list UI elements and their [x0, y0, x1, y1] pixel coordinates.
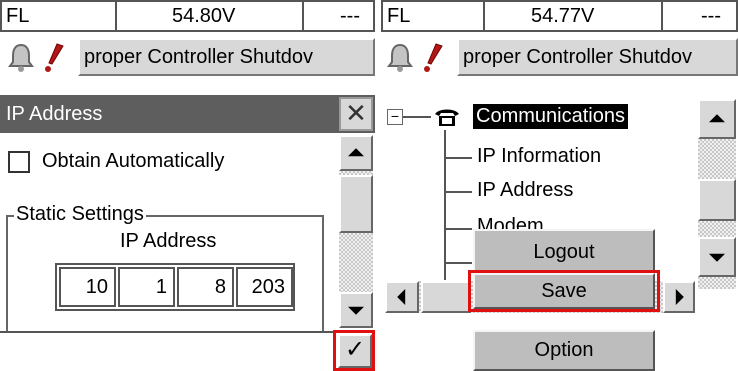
- arrow-up-icon: [709, 114, 725, 123]
- arrow-right-icon: [675, 289, 684, 305]
- vertical-scrollbar[interactable]: [698, 99, 736, 289]
- scroll-left-button[interactable]: [385, 281, 419, 313]
- bell-icon: [385, 42, 415, 74]
- communications-screen: FL 54.77V --- proper Controller Shutdov …: [381, 0, 738, 371]
- highlight-outline: [468, 270, 660, 312]
- tree-connector: [444, 228, 472, 230]
- scroll-right-button[interactable]: [663, 281, 695, 313]
- bell-icon: [6, 42, 36, 74]
- arrow-left-icon: [397, 289, 406, 305]
- static-settings-label: Static Settings: [14, 203, 146, 226]
- status-bar: FL 54.77V ---: [381, 0, 738, 32]
- exclamation-icon: [38, 42, 68, 74]
- scroll-thumb[interactable]: [339, 175, 373, 233]
- horizontal-scroll-thumb[interactable]: [421, 281, 471, 313]
- alarm-row: proper Controller Shutdov: [0, 34, 375, 80]
- close-icon: ✕: [345, 98, 367, 128]
- dialog-title: IP Address: [0, 95, 375, 133]
- alarm-banner[interactable]: proper Controller Shutdov: [78, 38, 375, 76]
- ip-octet-3[interactable]: 8: [177, 267, 234, 307]
- menu-item-option[interactable]: Option: [473, 330, 655, 371]
- mode-indicator: FL: [6, 5, 30, 27]
- voltage-readout: 54.77V: [531, 5, 595, 27]
- bottom-bar: [0, 331, 375, 371]
- scroll-down-button[interactable]: [339, 292, 373, 328]
- tree-connector: [444, 157, 472, 159]
- minus-icon: −: [390, 108, 400, 124]
- status-divider: [115, 2, 117, 30]
- vertical-scrollbar[interactable]: [339, 135, 373, 328]
- scroll-up-button[interactable]: [339, 135, 373, 171]
- scroll-thumb[interactable]: [698, 179, 736, 221]
- telephone-icon: [433, 106, 461, 128]
- mode-indicator: FL: [387, 5, 411, 27]
- ip-octet-1[interactable]: 10: [59, 267, 116, 307]
- highlight-outline: [333, 330, 375, 371]
- tree-node-ip-address[interactable]: IP Address: [477, 179, 573, 202]
- arrow-up-icon: [348, 148, 364, 157]
- status-extra: ---: [340, 5, 360, 27]
- status-divider: [661, 2, 663, 30]
- scroll-down-button[interactable]: [698, 237, 736, 277]
- status-extra: ---: [701, 5, 721, 27]
- arrow-down-icon: [348, 306, 364, 315]
- alarm-banner[interactable]: proper Controller Shutdov: [457, 38, 738, 76]
- tree-connector: [444, 130, 446, 280]
- obtain-automatically-checkbox[interactable]: [8, 151, 30, 173]
- status-divider: [483, 2, 485, 30]
- tree-connector: [444, 191, 472, 193]
- tree-node-modem[interactable]: Modem: [477, 215, 544, 229]
- tree-connector: [403, 116, 431, 118]
- tree-collapse-toggle[interactable]: −: [387, 109, 403, 125]
- menu-item-logout[interactable]: Logout: [473, 229, 655, 275]
- ip-address-label: IP Address: [120, 230, 217, 252]
- exclamation-icon: [417, 42, 447, 74]
- arrow-down-icon: [709, 253, 725, 262]
- status-bar: FL 54.80V ---: [0, 0, 375, 32]
- tree-node-communications[interactable]: Communications: [473, 104, 628, 129]
- ip-octet-4[interactable]: 203: [236, 267, 293, 307]
- scroll-up-button[interactable]: [698, 99, 736, 139]
- tree-connector: [444, 262, 472, 264]
- ip-octet-2[interactable]: 1: [118, 267, 175, 307]
- ip-address-screen: FL 54.80V --- proper Controller Shutdov …: [0, 0, 375, 371]
- status-divider: [302, 2, 304, 30]
- obtain-automatically-label: Obtain Automatically: [42, 150, 225, 172]
- close-button[interactable]: ✕: [339, 97, 373, 131]
- voltage-readout: 54.80V: [172, 5, 236, 27]
- tree-node-ip-information[interactable]: IP Information: [477, 145, 601, 168]
- alarm-row: proper Controller Shutdov: [381, 34, 738, 80]
